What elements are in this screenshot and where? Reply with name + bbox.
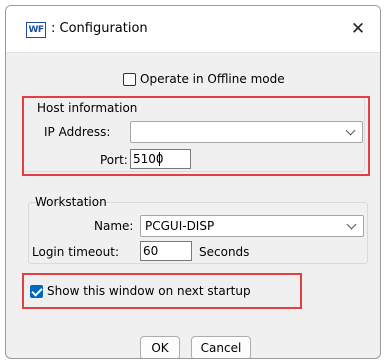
offline-mode-checkbox[interactable]: [123, 73, 136, 86]
login-timeout-unit: Seconds: [199, 245, 250, 259]
login-timeout-input[interactable]: 60: [140, 241, 192, 261]
chevron-down-icon[interactable]: [346, 219, 357, 230]
configuration-dialog: WF : Configuration ✕ Operate in Offline …: [5, 5, 381, 359]
workstation-name-combobox[interactable]: PCGUI-DISP: [140, 215, 364, 237]
title-bar[interactable]: WF : Configuration ✕: [6, 6, 380, 53]
app-icon: WF: [26, 22, 46, 38]
host-highlight-box: [22, 96, 370, 176]
startup-highlight-box: [22, 273, 302, 309]
window-title: : Configuration: [51, 21, 148, 36]
workstation-heading: Workstation: [35, 195, 107, 209]
login-timeout-label: Login timeout:: [32, 245, 119, 259]
close-icon[interactable]: ✕: [344, 15, 372, 43]
workstation-name-label: Name:: [94, 219, 134, 233]
ok-button[interactable]: OK: [140, 336, 180, 358]
cancel-button[interactable]: Cancel: [191, 336, 251, 358]
workstation-name-value: PCGUI-DISP: [145, 219, 215, 233]
offline-mode-label: Operate in Offline mode: [140, 72, 285, 86]
